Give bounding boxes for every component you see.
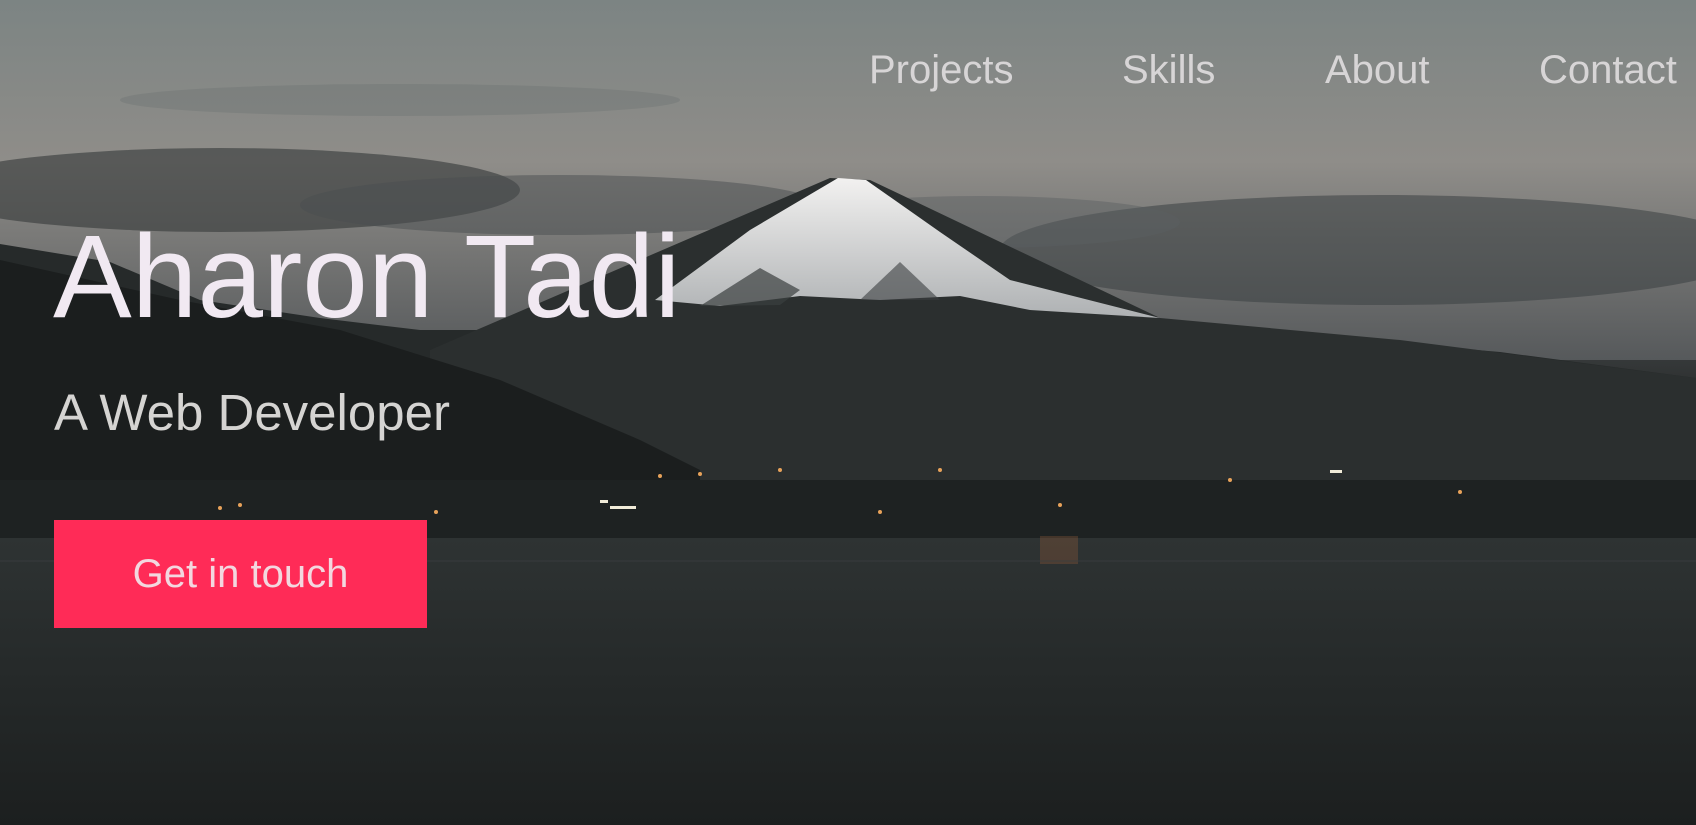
hero-name: Aharon Tadi [53, 211, 681, 343]
main-nav: Projects Skills About Contact [0, 44, 1696, 96]
nav-link-skills[interactable]: Skills [1122, 44, 1215, 96]
hero-tagline: A Web Developer [54, 384, 450, 441]
get-in-touch-button[interactable]: Get in touch [54, 520, 427, 628]
nav-link-contact[interactable]: Contact [1539, 44, 1677, 96]
nav-link-projects[interactable]: Projects [869, 44, 1014, 96]
hero-section: Projects Skills About Contact Aharon Tad… [0, 0, 1696, 825]
nav-link-about[interactable]: About [1325, 44, 1430, 96]
